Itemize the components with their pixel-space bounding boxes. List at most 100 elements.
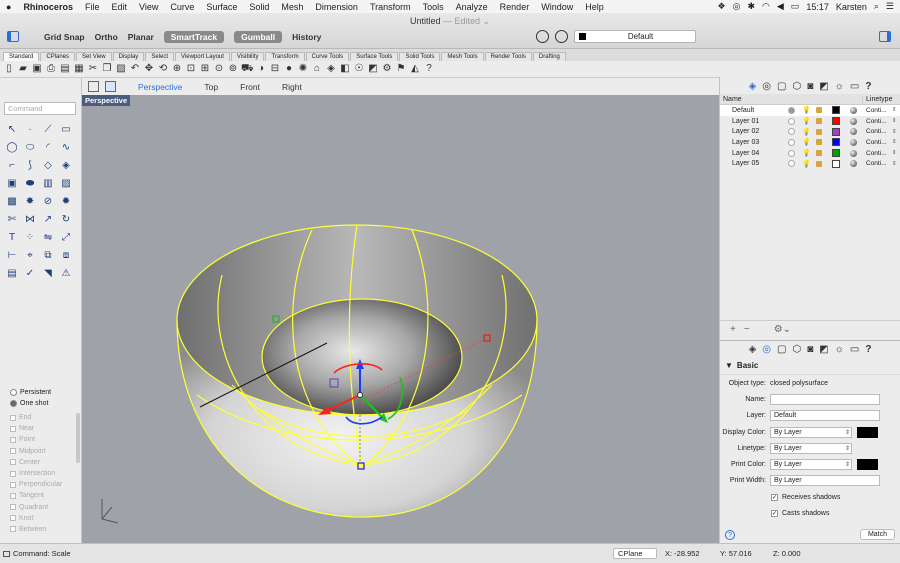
properties-panel-icon[interactable]: ▢ <box>777 81 786 92</box>
cylinder-icon[interactable]: ⬬ <box>21 175 39 193</box>
tab-cplanes[interactable]: CPlanes <box>40 52 76 61</box>
unlock-icon[interactable] <box>816 118 822 125</box>
tab-front[interactable]: Front <box>240 82 260 92</box>
search-icon[interactable]: ⌕ <box>874 1 879 12</box>
layer-linetype[interactable]: Conti... <box>866 128 887 135</box>
edited-indicator[interactable]: — Edited ⌄ <box>443 16 490 26</box>
render-icon[interactable]: ☉ <box>353 63 365 75</box>
named-view-icon[interactable]: ◑ <box>255 63 267 75</box>
remove-layer-icon[interactable]: − <box>744 324 750 335</box>
tab-drafting[interactable]: Drafting <box>532 52 566 61</box>
notification-icon[interactable]: ☰ <box>886 1 894 12</box>
layers-panel-icon[interactable]: ◈ <box>749 344 757 355</box>
menu-help[interactable]: Help <box>579 2 610 12</box>
one-shot-radio[interactable]: One shot <box>10 398 76 409</box>
osnap-point[interactable]: Point <box>10 434 76 445</box>
history-toggle[interactable]: History <box>292 32 321 42</box>
analyze-icon[interactable]: ⌖ <box>21 247 39 265</box>
materials-icon[interactable]: ◩ <box>367 63 379 75</box>
osnap-tangent[interactable]: Tangent <box>10 490 76 501</box>
array-icon[interactable]: ⁘ <box>21 229 39 247</box>
current-layer-icon[interactable] <box>788 117 795 125</box>
osnap-scrollbar[interactable] <box>76 413 80 463</box>
apple-menu-icon[interactable]: ● <box>0 2 17 12</box>
tab-mesh-tools[interactable]: Mesh Tools <box>441 52 484 61</box>
materials-panel-icon[interactable]: ◩ <box>819 81 828 92</box>
tab-top[interactable]: Top <box>204 82 218 92</box>
monitor-icon[interactable]: ▭ <box>850 81 859 92</box>
current-layer-picker[interactable]: Default <box>574 30 696 43</box>
tab-select[interactable]: Select <box>145 52 174 61</box>
open-icon[interactable]: ▰ <box>17 63 29 75</box>
help-icon[interactable]: ? <box>725 529 735 540</box>
offset-icon[interactable]: ⟆ <box>21 157 39 175</box>
chevron-icon[interactable]: ⇕ <box>892 139 897 145</box>
cut-icon[interactable]: ✂ <box>87 63 99 75</box>
layer-header-linetype[interactable]: Linetype <box>862 95 900 103</box>
layer-linetype[interactable]: Conti... <box>866 160 887 167</box>
menu-transform[interactable]: Transform <box>364 2 417 12</box>
current-layer-icon[interactable] <box>788 138 795 146</box>
osnap-knot[interactable]: Knot <box>10 513 76 524</box>
tab-perspective[interactable]: Perspective <box>138 82 182 92</box>
layer-color-swatch[interactable] <box>832 106 840 115</box>
layer-color-swatch[interactable] <box>832 138 840 147</box>
tab-display[interactable]: Display <box>112 52 145 61</box>
help-panel-icon[interactable]: ? <box>865 81 871 92</box>
object-panel-icon[interactable]: ⬡ <box>792 81 801 92</box>
user-name[interactable]: Karsten <box>836 2 867 12</box>
osnap-icon[interactable] <box>536 30 549 43</box>
layer-row-04[interactable]: Layer 04 💡 Conti... ⇕ <box>720 148 900 159</box>
print-color-select[interactable]: By Layer <box>770 459 852 471</box>
perspective-viewport[interactable]: Perspective <box>82 95 719 543</box>
material-icon[interactable] <box>850 106 857 114</box>
gumball-toggle[interactable]: Gumball <box>234 31 283 43</box>
chevron-icon[interactable]: ⇕ <box>892 129 897 135</box>
smarttrack-toggle[interactable]: SmartTrack <box>163 31 225 43</box>
grip-icon[interactable]: ◥ <box>39 265 57 283</box>
visible-bulb-icon[interactable]: 💡 <box>802 128 811 136</box>
tab-right[interactable]: Right <box>282 82 302 92</box>
help-panel-icon[interactable]: ? <box>865 344 871 355</box>
wifi-icon[interactable]: ◠ <box>762 1 770 12</box>
ortho-toggle[interactable]: Ortho <box>95 32 118 42</box>
tab-surface-tools[interactable]: Surface Tools <box>350 52 399 61</box>
object-properties-panel-icon[interactable]: ◎ <box>762 344 771 355</box>
ellipse-icon[interactable]: ⬭ <box>21 139 39 157</box>
menu-window[interactable]: Window <box>535 2 579 12</box>
planar-toggle[interactable]: Planar <box>128 32 154 42</box>
sidebar-icon[interactable] <box>3 550 10 557</box>
scale-icon[interactable]: ⤢ <box>57 229 75 247</box>
tab-viewport-layout[interactable]: Viewport Layout <box>175 52 230 61</box>
render-tool-icon[interactable]: ✸ <box>21 193 39 211</box>
split-icon[interactable]: ⊘ <box>39 193 57 211</box>
text-icon[interactable]: T <box>3 229 21 247</box>
polyline-icon[interactable]: ⟋ <box>39 121 57 139</box>
print-width-select[interactable]: By Layer <box>770 475 880 487</box>
surface-icon[interactable]: ◇ <box>39 157 57 175</box>
save-icon[interactable]: ▣ <box>31 63 43 75</box>
menu-dimension[interactable]: Dimension <box>309 2 364 12</box>
single-viewport-icon[interactable] <box>105 81 116 92</box>
tab-standard[interactable]: Standard <box>3 52 40 61</box>
add-layer-icon[interactable]: + <box>730 324 736 335</box>
join-icon[interactable]: ⋈ <box>21 211 39 229</box>
new-icon[interactable]: ▯ <box>3 63 15 75</box>
cplane-select[interactable]: CPlane <box>613 548 657 559</box>
zoom-extents-icon[interactable]: ⊞ <box>199 63 211 75</box>
curve-icon[interactable]: ∿ <box>57 139 75 157</box>
menu-edit[interactable]: Edit <box>105 2 133 12</box>
app-menu[interactable]: Rhinoceros <box>17 2 79 12</box>
right-sidebar-toggle-icon[interactable] <box>879 31 891 42</box>
properties-panel-icon[interactable]: ▢ <box>777 344 786 355</box>
layer-linetype[interactable]: Conti... <box>866 139 887 146</box>
current-layer-icon[interactable] <box>788 106 795 114</box>
unlock-icon[interactable] <box>816 160 822 167</box>
check-icon[interactable]: ✓ <box>21 265 39 283</box>
light-icon[interactable]: ✺ <box>297 63 309 75</box>
chevron-icon[interactable]: ⇕ <box>892 150 897 156</box>
tab-render-tools[interactable]: Render Tools <box>484 52 532 61</box>
command-input[interactable]: Command <box>4 102 76 115</box>
menu-tools[interactable]: Tools <box>417 2 450 12</box>
boolean-icon[interactable]: ▨ <box>57 175 75 193</box>
